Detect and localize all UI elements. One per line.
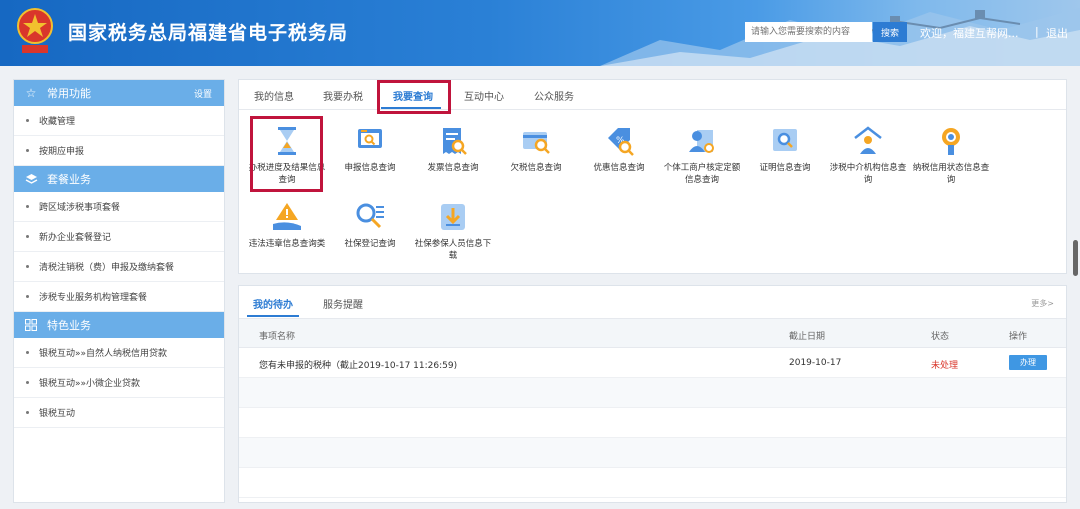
handle-button[interactable]: 办理 [1009, 355, 1047, 370]
settings-link[interactable]: 设置 [194, 87, 212, 100]
func-credit-query[interactable]: 纳税信用状态信息查询 [909, 124, 993, 186]
header-banner: 国家税务总局福建省电子税务局 搜索 欢迎，福建互帮网... | 退出 [0, 0, 1080, 66]
func-social-security-query[interactable]: 社保登记查询 [328, 200, 412, 250]
sidebar-section-special[interactable]: 特色业务 [14, 312, 224, 338]
highlight-box-function [250, 116, 323, 192]
list-search-icon [356, 203, 384, 229]
bullet-icon [26, 295, 29, 298]
search-input[interactable] [745, 22, 872, 42]
task-name: 您有未申报的税种（截止2019-10-17 11:26:59) [259, 361, 458, 371]
layers-icon [24, 172, 38, 186]
sidebar-item[interactable]: 银税互动»»自然人纳税信用贷款 [14, 338, 224, 368]
status-badge: 未处理 [931, 361, 959, 371]
invoice-search-icon [443, 128, 467, 155]
func-insured-download[interactable]: 社保参保人员信息下载 [411, 200, 495, 262]
func-violation-query[interactable]: 违法违章信息查询类 [245, 200, 329, 250]
tab-interaction[interactable]: 互动中心 [464, 88, 504, 103]
certificate-search-icon [773, 129, 797, 151]
bullet-icon [26, 235, 29, 238]
bullet-icon [26, 411, 29, 414]
column-header: 状态 [931, 332, 950, 342]
query-panel: 我的信息 我要办税 我要查询 互动中心 公众服务 办税进度及结果信息查询 申报信… [238, 79, 1067, 274]
column-header: 截止日期 [789, 332, 826, 342]
sidebar: ☆ 常用功能 设置 收藏管理 按期应申报 套餐业务 跨区域涉税事项套餐 新办企业… [13, 79, 225, 503]
bullet-icon [26, 381, 29, 384]
sidebar-section-title: 常用功能 [47, 87, 91, 100]
todo-panel: 我的待办 服务提醒 更多> 事项名称 截止日期 状态 操作 您有未申报的税种（截… [238, 285, 1067, 503]
active-tab-underline [247, 315, 299, 317]
grid-icon [24, 318, 38, 332]
sidebar-section-common[interactable]: ☆ 常用功能 设置 [14, 80, 224, 106]
tab-my-todo[interactable]: 我的待办 [253, 296, 293, 311]
bullet-icon [26, 119, 29, 122]
sidebar-section-title: 特色业务 [47, 319, 91, 332]
sidebar-item[interactable]: 银税互动»»小微企业贷款 [14, 368, 224, 398]
column-header: 操作 [1009, 332, 1028, 342]
sidebar-item[interactable]: 银税互动 [14, 398, 224, 428]
main-tabs: 我的信息 我要办税 我要查询 互动中心 公众服务 [239, 80, 1066, 110]
func-arrears-query[interactable]: 欠税信息查询 [494, 124, 578, 174]
house-person-icon [854, 126, 882, 154]
more-link[interactable]: 更多> [1031, 298, 1054, 309]
task-deadline: 2019-10-17 [789, 358, 842, 368]
highlight-box-tab [377, 80, 451, 114]
bullet-icon [26, 205, 29, 208]
sidebar-item[interactable]: 跨区域涉税事项套餐 [14, 192, 224, 222]
download-icon [441, 204, 465, 230]
func-certificate-query[interactable]: 证明信息查询 [743, 124, 827, 174]
func-quota-query[interactable]: 个体工商户核定定额信息查询 [660, 124, 744, 186]
welcome-text: 欢迎，福建互帮网... [920, 27, 1019, 40]
card-search-icon [523, 132, 550, 154]
todo-table-header: 事项名称 截止日期 状态 操作 [239, 318, 1066, 348]
medal-icon [942, 128, 960, 155]
site-title: 国家税务总局福建省电子税务局 [68, 22, 349, 44]
logout-link[interactable]: 退出 [1046, 25, 1068, 41]
tab-public-service[interactable]: 公众服务 [534, 88, 574, 103]
func-declaration-query[interactable]: 申报信息查询 [328, 124, 412, 174]
tax-emblem-logo [17, 8, 53, 53]
table-row-empty [239, 438, 1066, 468]
func-invoice-query[interactable]: 发票信息查询 [411, 124, 495, 174]
tab-service-reminder[interactable]: 服务提醒 [323, 296, 363, 311]
warning-hand-icon [273, 203, 301, 230]
monitor-search-icon [358, 129, 382, 148]
func-preferential-query[interactable]: % 优惠信息查询 [577, 124, 661, 174]
table-row: 您有未申报的税种（截止2019-10-17 11:26:59) 2019-10-… [239, 348, 1066, 378]
person-doc-icon [689, 130, 714, 153]
tab-my-info[interactable]: 我的信息 [254, 88, 294, 103]
sidebar-section-title: 套餐业务 [47, 173, 91, 186]
column-header: 事项名称 [259, 332, 296, 342]
sidebar-item[interactable]: 涉税专业服务机构管理套餐 [14, 282, 224, 312]
star-icon: ☆ [25, 86, 37, 100]
sidebar-item[interactable]: 收藏管理 [14, 106, 224, 136]
tab-tax-handling[interactable]: 我要办税 [323, 88, 363, 103]
table-row-empty [239, 378, 1066, 408]
bullet-icon [26, 149, 29, 152]
bullet-icon [26, 265, 29, 268]
func-agency-query[interactable]: 涉税中介机构信息查询 [826, 124, 910, 186]
scrollbar-thumb[interactable] [1073, 240, 1078, 276]
sidebar-item[interactable]: 按期应申报 [14, 136, 224, 166]
table-row-empty [239, 408, 1066, 438]
sidebar-item[interactable]: 清税注销税（费）申报及缴纳套餐 [14, 252, 224, 282]
sidebar-item[interactable]: 新办企业套餐登记 [14, 222, 224, 252]
discount-tag-icon: % [608, 128, 634, 156]
table-row-empty [239, 468, 1066, 498]
bullet-icon [26, 351, 29, 354]
search-button[interactable]: 搜索 [873, 22, 907, 42]
header-separator: | [1035, 25, 1039, 38]
sidebar-section-package[interactable]: 套餐业务 [14, 166, 224, 192]
